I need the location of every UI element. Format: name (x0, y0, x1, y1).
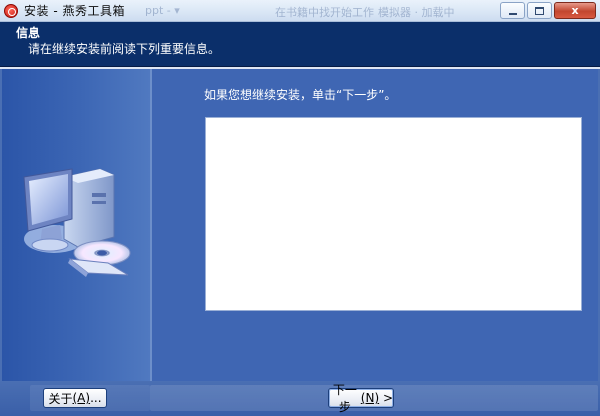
next-button-accel: (N) (360, 391, 380, 405)
background-window-text: 在书籍中找开始工作 (275, 6, 374, 19)
title-bar: 安装 - 燕秀工具箱 ppt - ▾ 在书籍中找开始工作 模拟器 · 加载中 x (0, 0, 600, 22)
window-title: 安装 - 燕秀工具箱 (24, 4, 125, 18)
about-button-ellipsis: ... (90, 391, 102, 405)
computer-setup-icon (23, 168, 131, 277)
background-window-text: 模拟器 · 加载中 (378, 6, 455, 19)
minimize-icon (508, 12, 517, 15)
close-button[interactable]: x (554, 2, 596, 19)
minimize-button[interactable] (500, 2, 525, 19)
maximize-icon (535, 6, 544, 15)
next-button[interactable]: 下一步 (N) > (328, 383, 394, 414)
background-window-text: ppt - ▾ (145, 4, 180, 17)
close-icon: x (571, 4, 579, 17)
about-button-accel: (A) (72, 391, 91, 405)
instruction-text: 如果您想继续安装，单击“下一步”。 (204, 88, 397, 102)
button-bar: 关于 (A)... 下一步 (N) > (0, 381, 600, 416)
next-button-label: 下一步 (332, 383, 357, 414)
maximize-button[interactable] (527, 2, 552, 19)
wizard-header: 信息 请在继续安装前阅读下列重要信息。 (0, 22, 600, 67)
info-textbox[interactable] (205, 117, 582, 311)
wizard-side-panel (2, 69, 150, 381)
page-subtitle: 请在继续安装前阅读下列重要信息。 (28, 42, 221, 56)
about-button-label: 关于 (48, 391, 73, 406)
wizard-content: 如果您想继续安装，单击“下一步”。 (152, 69, 598, 381)
about-button[interactable]: 关于 (A)... (43, 388, 107, 408)
page-title: 信息 (16, 26, 41, 40)
app-icon (4, 3, 18, 18)
window-controls: x (500, 2, 596, 19)
next-button-arrow: > (379, 391, 393, 405)
